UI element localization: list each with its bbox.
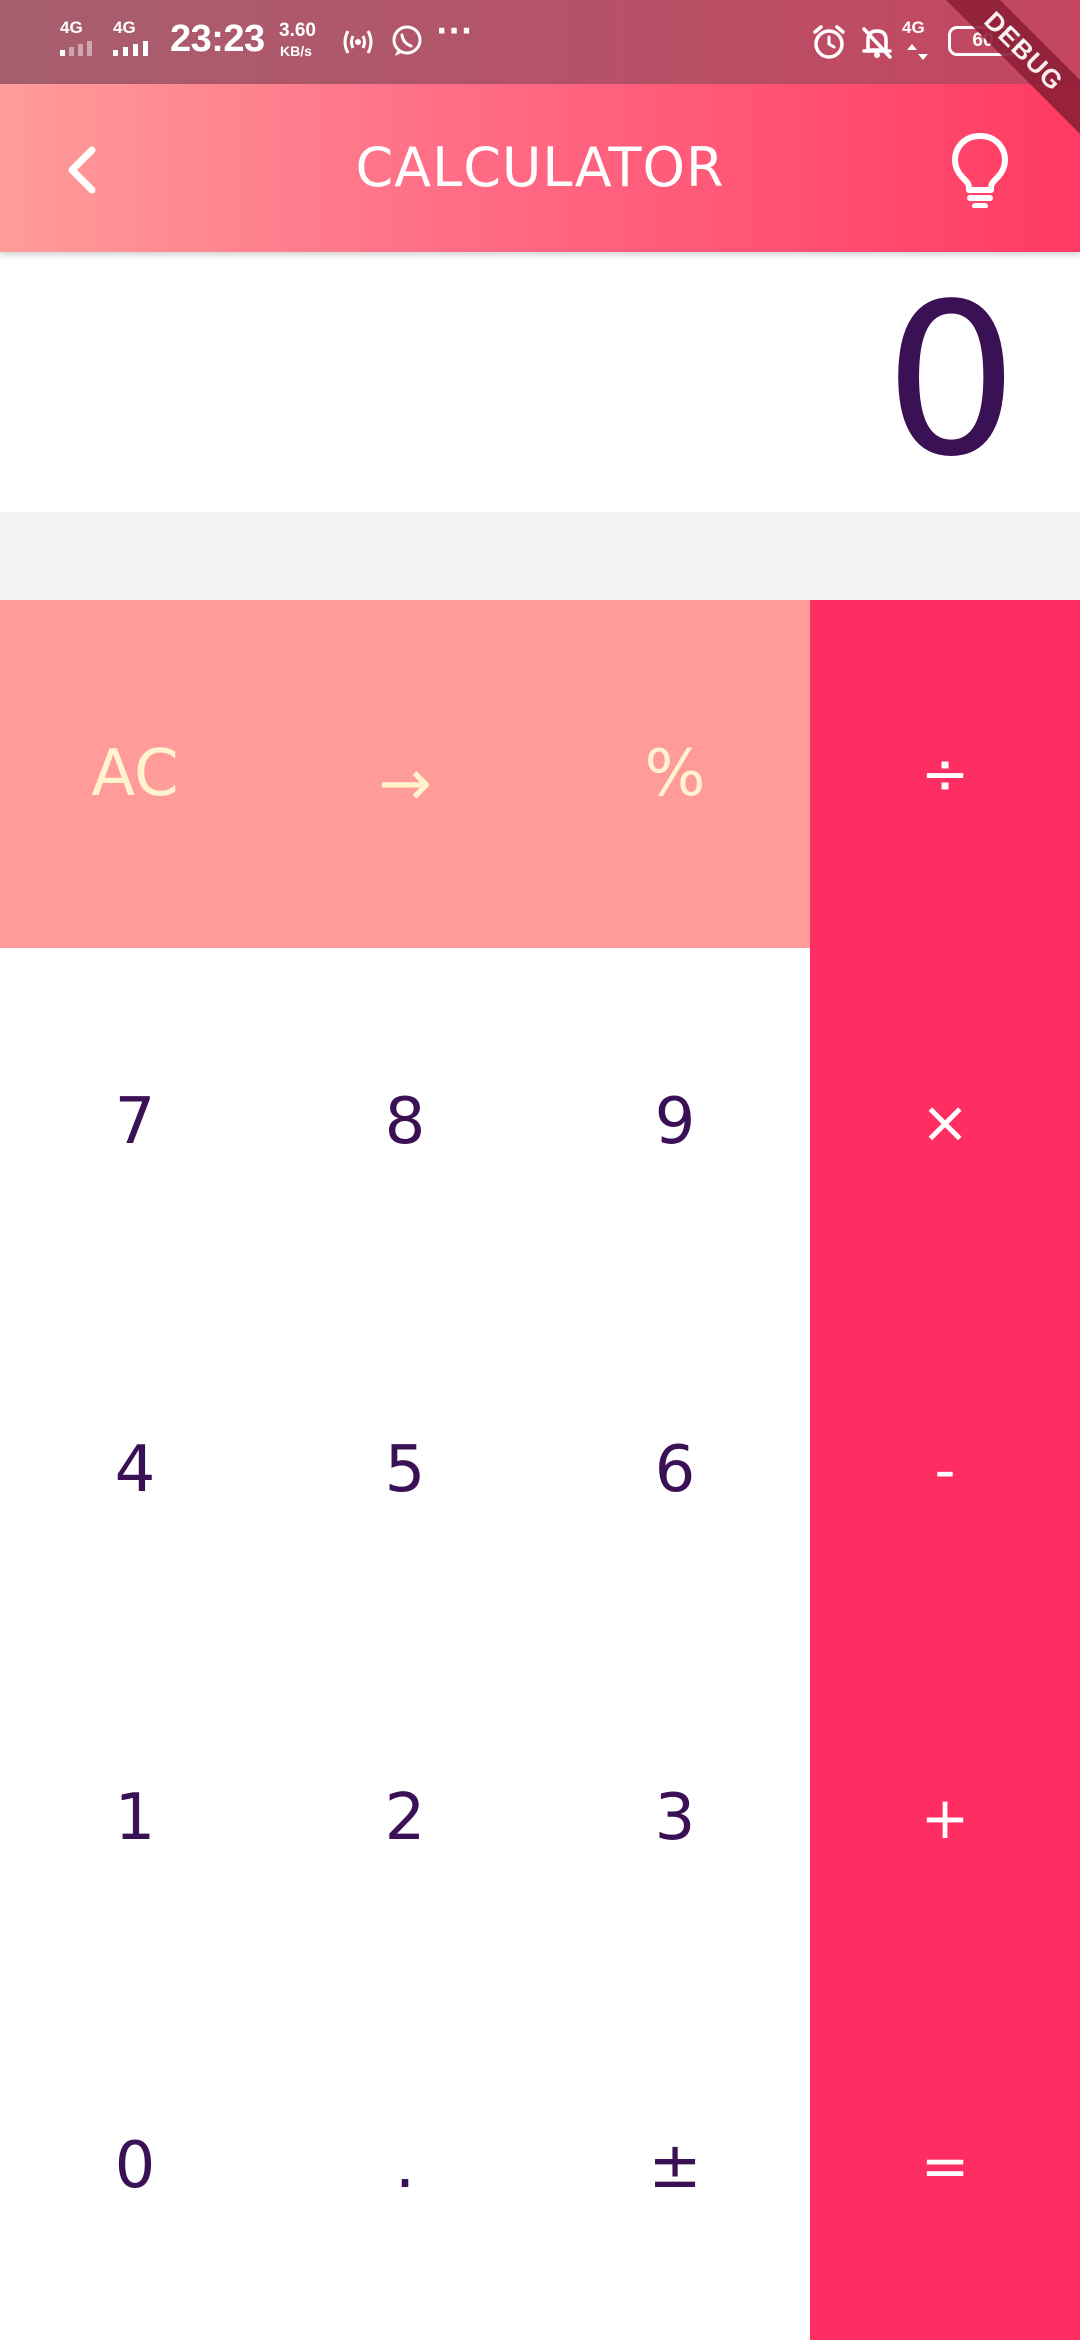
percent-button[interactable]: % [540,600,810,948]
network-type-2: 4G [113,18,136,37]
keypad: AC → % ÷ × - + = 7 8 9 4 5 6 1 2 3 0 . ± [0,600,1080,2340]
digit-8-button[interactable]: 8 [270,948,540,1296]
subtract-button[interactable]: - [810,1296,1080,1644]
toggle-sign-button[interactable]: ± [540,1992,810,2340]
network-speed-unit: KB/s [280,43,312,59]
display-divider-band [0,512,1080,600]
network-speed-value: 3.60 [279,20,316,41]
clear-button[interactable]: AC [0,600,270,948]
app-bar: CALCULATOR [0,84,1080,252]
digit-1-button[interactable]: 1 [0,1644,270,1992]
display-value: 0 [884,258,1018,503]
hotspot-icon [343,30,373,54]
divide-button[interactable]: ÷ [810,600,1080,948]
digit-6-button[interactable]: 6 [540,1296,810,1644]
signal-strength-2-icon [113,40,157,56]
alarm-icon [813,25,845,59]
network-type-1: 4G [60,18,83,37]
digit-0-button[interactable]: 0 [0,1992,270,2340]
whatsapp-icon [392,25,422,56]
digit-4-button[interactable]: 4 [0,1296,270,1644]
backspace-button[interactable]: → [270,600,540,948]
lightbulb-icon [952,133,1008,209]
clock: 23:23 [170,18,265,60]
operator-column: ÷ × - + = [810,600,1080,2340]
theme-toggle-button[interactable] [940,128,1020,209]
back-button[interactable] [48,134,120,206]
function-row: AC → % [0,600,810,948]
add-button[interactable]: + [810,1644,1080,1992]
digit-7-button[interactable]: 7 [0,948,270,1296]
equals-button[interactable]: = [810,1992,1080,2340]
multiply-button[interactable]: × [810,948,1080,1296]
digit-2-button[interactable]: 2 [270,1644,540,1992]
data-activity-icon [907,44,928,60]
status-bar: 4G 4G 23:23 3.60 KB/s ··· 4G 60 [0,0,1080,84]
result-display: 0 [0,252,1080,512]
decimal-point-button[interactable]: . [270,1992,540,2340]
digit-9-button[interactable]: 9 [540,948,810,1296]
signal-strength-1-icon [60,40,100,56]
notifications-off-icon [862,27,892,59]
network-type-3: 4G [902,18,925,37]
digit-3-button[interactable]: 3 [540,1644,810,1992]
chevron-left-icon [68,146,96,194]
more-notifications-icon: ··· [436,14,474,49]
digit-5-button[interactable]: 5 [270,1296,540,1644]
page-title: CALCULATOR [355,136,725,199]
